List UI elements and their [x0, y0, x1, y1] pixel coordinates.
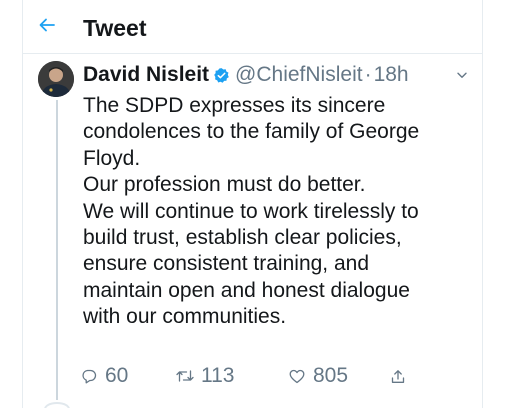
back-button[interactable]	[33, 13, 61, 41]
next-item-edge	[44, 402, 70, 408]
tweet-text-line: The SDPD expresses its sincere	[83, 94, 386, 117]
author-handle[interactable]: @ChiefNisleit	[235, 62, 363, 88]
column-border-right	[482, 0, 483, 408]
author-name[interactable]: David Nisleit	[83, 62, 209, 88]
header-bar: Tweet	[23, 0, 482, 54]
tweet-text-line: Floyd.	[83, 146, 141, 170]
retweet-button[interactable]: 113	[176, 364, 234, 388]
like-count: 805	[313, 364, 349, 387]
page-title: Tweet	[83, 15, 147, 41]
reply-count: 60	[105, 364, 129, 387]
tweet-text-line: condolences to the family of George	[83, 120, 420, 144]
heart-icon	[288, 367, 306, 385]
avatar[interactable]	[38, 61, 74, 97]
tweet-time[interactable]: 18h	[374, 62, 409, 88]
arrow-left-icon	[39, 18, 55, 37]
separator-dot: ·	[364, 63, 372, 86]
tweet-text-line: maintain open and honest dialogue	[83, 278, 410, 302]
tweet-text-line: Our profession must do better.	[83, 173, 366, 197]
verified-badge-icon	[213, 67, 230, 84]
thread-line	[56, 100, 58, 400]
tweet-text-line: with our communities.	[83, 305, 287, 329]
tweet-body: The SDPD expresses its sincere condolenc…	[83, 93, 478, 331]
tweet-text-line: build trust, establish clear policies,	[83, 226, 402, 250]
tweet-text-line: We will continue to work tirelessly to	[83, 199, 419, 223]
retweet-count: 113	[201, 364, 235, 387]
retweet-icon	[176, 367, 194, 385]
tweet-text-line: ensure consistent training, and	[83, 252, 370, 276]
reply-button[interactable]: 60	[80, 364, 128, 388]
tweet-menu-button[interactable]	[455, 68, 469, 82]
tweet-header: David Nisleit @ChiefNisleit · 18h	[83, 62, 409, 88]
share-icon	[389, 367, 407, 385]
reply-bubble-icon	[80, 367, 98, 385]
share-button[interactable]	[389, 364, 414, 388]
tweet-actions: 60 113 805	[80, 364, 410, 388]
like-button[interactable]: 805	[288, 364, 348, 388]
column-border-left	[22, 0, 23, 408]
chevron-down-icon	[457, 66, 467, 84]
tweet-page: Tweet David Nisleit @ChiefNisleit · 18h	[0, 0, 512, 408]
